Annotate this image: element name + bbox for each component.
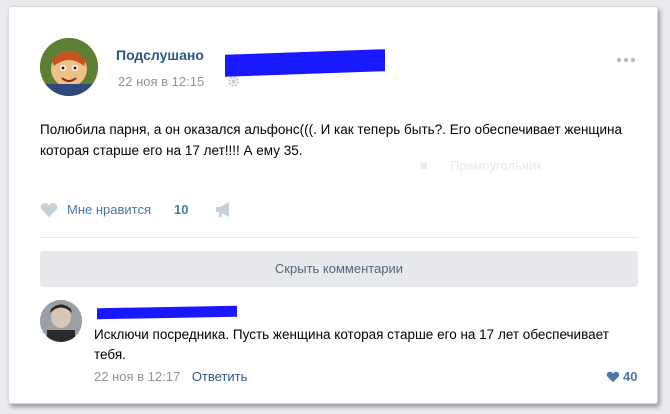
heart-icon[interactable] — [606, 371, 620, 383]
redaction-mark — [97, 305, 237, 320]
comment-like-count[interactable]: 40 — [623, 369, 637, 384]
ghost-square-icon: ■ — [420, 158, 428, 173]
reply-link[interactable]: Ответить — [192, 369, 248, 384]
ghost-overlay: ■ Прямоугольник — [412, 153, 654, 179]
author-name[interactable]: Подслушано — [116, 47, 204, 63]
divider — [40, 237, 638, 238]
comment-text: Исключи посредника. Пусть женщина котора… — [94, 327, 609, 362]
like-button-label[interactable]: Мне нравится — [67, 202, 151, 217]
comment-meta: 22 ноя в 12:17 Ответить — [94, 369, 247, 384]
commenter-avatar[interactable] — [40, 300, 82, 342]
post-card: Подслушано 22 ноя в 12:15 Полюбила парня… — [8, 6, 658, 404]
heart-icon[interactable] — [40, 202, 58, 218]
author-row: Подслушано — [116, 47, 204, 67]
comment-time[interactable]: 22 ноя в 12:17 — [94, 369, 180, 384]
post-time[interactable]: 22 ноя в 12:15 — [118, 74, 204, 89]
more-icon[interactable] — [615, 57, 637, 63]
megaphone-icon[interactable] — [214, 201, 232, 218]
ghost-label: Прямоугольник — [450, 158, 542, 173]
gear-icon[interactable] — [227, 75, 240, 88]
redaction-mark — [225, 49, 385, 77]
community-avatar[interactable] — [40, 38, 98, 96]
hide-comments-button[interactable]: Скрыть комментарии — [40, 251, 638, 287]
like-count[interactable]: 10 — [174, 202, 188, 217]
